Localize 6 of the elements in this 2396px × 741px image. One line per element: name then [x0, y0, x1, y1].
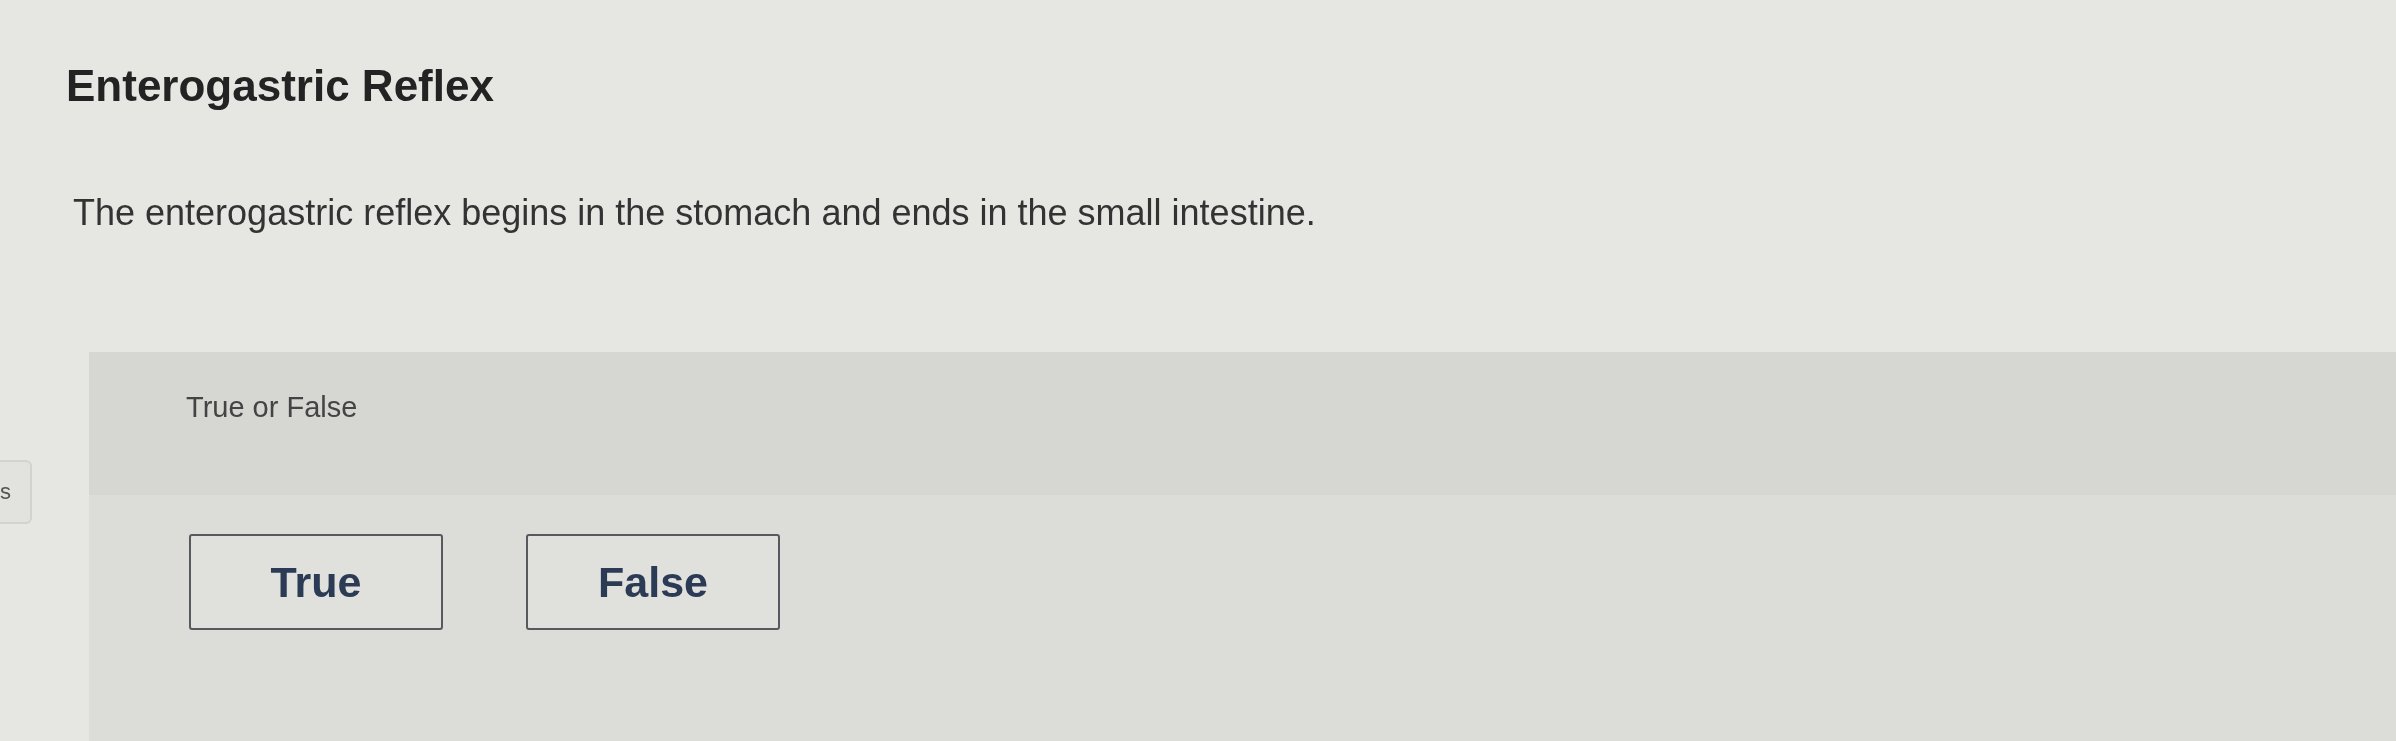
question-title: Enterogastric Reflex [66, 60, 494, 112]
answer-button[interactable]: True [189, 534, 443, 630]
instruction-text: True or False [186, 391, 358, 423]
question-statement: The enterogastric reflex begins in the stomach and ends in the small intestine. [73, 192, 1316, 234]
side-tab[interactable]: s [0, 460, 32, 524]
answer-button[interactable]: False [526, 534, 780, 630]
